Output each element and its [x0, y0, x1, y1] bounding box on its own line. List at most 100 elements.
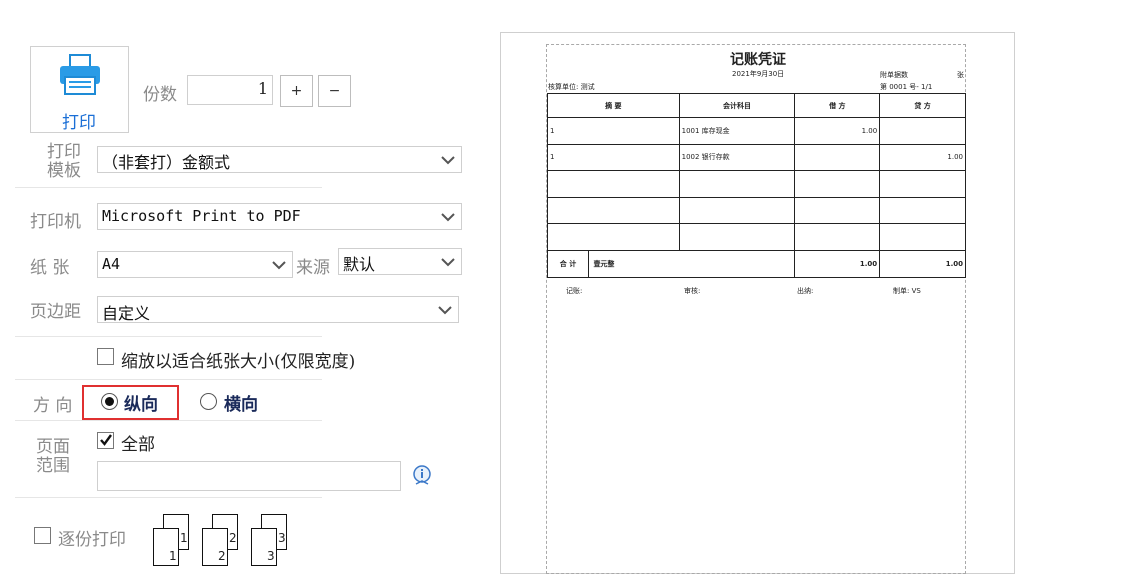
voucher-row: [547, 223, 966, 251]
voucher-header-row: 摘 要 会计科目 借 方 贷 方: [547, 93, 966, 118]
voucher-row: 1 1001 库存现金 1.00: [547, 117, 966, 145]
info-icon[interactable]: [411, 464, 433, 488]
range-input[interactable]: [97, 461, 401, 491]
collate-page-stack: 1 1: [153, 514, 193, 566]
template-label-line1: 打印: [47, 142, 81, 162]
page-number: 1: [180, 531, 188, 545]
page-number: 2: [218, 549, 226, 563]
collate-label: 逐份打印: [58, 530, 126, 550]
voucher-account-cell: [678, 196, 796, 224]
voucher-debit-cell: [794, 170, 881, 198]
voucher-row: [547, 196, 966, 224]
source-select-value: 默认: [343, 255, 376, 274]
voucher-debit-cell: [794, 143, 881, 171]
voucher-summary-cell: [547, 196, 680, 224]
voucher-credit-cell: [879, 117, 966, 145]
copies-minus-button[interactable]: −: [318, 75, 351, 107]
voucher-summary-cell: [547, 223, 680, 251]
page-number: 3: [278, 531, 286, 545]
printer-icon: [60, 54, 100, 95]
checkmark-icon: [100, 434, 112, 446]
chevron-down-icon: [272, 260, 286, 269]
voucher-total-label: 合 计: [548, 250, 589, 277]
chevron-down-icon: [441, 257, 455, 266]
voucher-attach-unit: 张: [957, 71, 964, 79]
page-number: 1: [169, 549, 177, 563]
voucher-number: 第 0001 号- 1/1: [880, 83, 933, 91]
orientation-label: 方 向: [33, 396, 73, 416]
voucher-header-cell: 会计科目: [678, 93, 796, 118]
voucher-credit-cell: 1.00: [879, 143, 966, 171]
margin-select[interactable]: 自定义: [97, 296, 459, 323]
printer-label: 打印机: [30, 212, 81, 232]
portrait-label: 纵向: [124, 395, 158, 415]
chevron-down-icon: [441, 155, 455, 164]
divider: [15, 379, 322, 380]
copies-label: 份数: [143, 85, 177, 105]
voucher-title: 记账凭证: [730, 52, 786, 68]
landscape-radio[interactable]: [200, 393, 217, 410]
source-select[interactable]: 默认: [338, 248, 462, 275]
margin-select-value: 自定义: [102, 304, 151, 323]
copies-plus-button[interactable]: +: [280, 75, 313, 107]
voucher-summary-cell: 1: [547, 117, 680, 145]
voucher-header-cell: 借 方: [794, 93, 881, 118]
range-all-label: 全部: [121, 435, 155, 455]
voucher-credit-cell: [879, 196, 966, 224]
voucher-date: 2021年9月30日: [732, 70, 785, 78]
voucher-footer-reviewer: 审核:: [684, 287, 701, 295]
copies-plus-label: +: [290, 83, 303, 99]
print-button-label: 打印: [62, 113, 96, 133]
template-select[interactable]: （非套打）金额式: [97, 146, 462, 173]
divider: [15, 497, 322, 498]
voucher-table: 摘 要 会计科目 借 方 贷 方 1 1001 库存现金 1.00 1 1002…: [546, 93, 966, 278]
paper-select-value: A4: [102, 255, 121, 273]
portrait-radio[interactable]: [101, 393, 118, 410]
voucher-summary-cell: 1: [547, 143, 680, 171]
copies-value: 1: [257, 79, 268, 98]
paper-select[interactable]: A4: [97, 251, 293, 278]
collate-checkbox[interactable]: [34, 527, 51, 544]
voucher-credit-cell: [879, 170, 966, 198]
paper-label: 纸 张: [30, 258, 70, 278]
voucher-attach-label: 附单据数: [880, 71, 908, 79]
copies-input[interactable]: 1: [187, 75, 273, 105]
template-label-line2: 模板: [47, 161, 81, 181]
chevron-down-icon: [438, 305, 452, 314]
voucher-account-cell: [678, 223, 796, 251]
voucher-row: [547, 170, 966, 198]
voucher-total-credit: 1.00: [879, 249, 966, 278]
voucher-total-cell: 合 计 壹元整: [546, 249, 796, 278]
range-all-checkbox[interactable]: [97, 432, 114, 449]
collate-page-stack: 2 2: [202, 514, 242, 566]
chevron-down-icon: [441, 212, 455, 221]
voucher-debit-cell: 1.00: [794, 117, 881, 145]
margin-label: 页边距: [30, 302, 81, 322]
copies-minus-label: −: [328, 83, 341, 99]
range-label-line2: 范围: [36, 456, 70, 476]
voucher-row: 1 1002 银行存款 1.00: [547, 143, 966, 171]
fit-to-paper-label: 缩放以适合纸张大小(仅限宽度): [121, 352, 356, 372]
voucher-total-row: 合 计 壹元整 1.00 1.00: [546, 249, 966, 278]
landscape-label: 横向: [224, 395, 258, 415]
voucher-account-cell: [678, 170, 796, 198]
range-label-line1: 页面: [36, 437, 70, 457]
radio-selected-dot: [105, 397, 114, 406]
voucher-summary-cell: [547, 170, 680, 198]
source-label: 来源: [296, 258, 330, 278]
template-select-value: （非套打）金额式: [102, 153, 231, 172]
fit-to-paper-checkbox[interactable]: [97, 348, 114, 365]
print-button[interactable]: 打印: [30, 46, 129, 133]
voucher-header-cell: 贷 方: [879, 93, 966, 118]
voucher-total-debit: 1.00: [794, 249, 881, 278]
collate-page-stack: 3 3: [251, 514, 291, 566]
printer-select-value: Microsoft Print to PDF: [102, 207, 301, 225]
voucher-footer-cashier: 出纳:: [797, 287, 814, 295]
voucher-total-words: 壹元整: [593, 259, 615, 268]
page-number: 2: [229, 531, 237, 545]
voucher-debit-cell: [794, 196, 881, 224]
printer-select[interactable]: Microsoft Print to PDF: [97, 203, 462, 230]
voucher-account-cell: 1001 库存现金: [678, 117, 796, 145]
voucher-footer-preparer: 制单: VS: [893, 287, 921, 295]
divider: [15, 187, 322, 188]
